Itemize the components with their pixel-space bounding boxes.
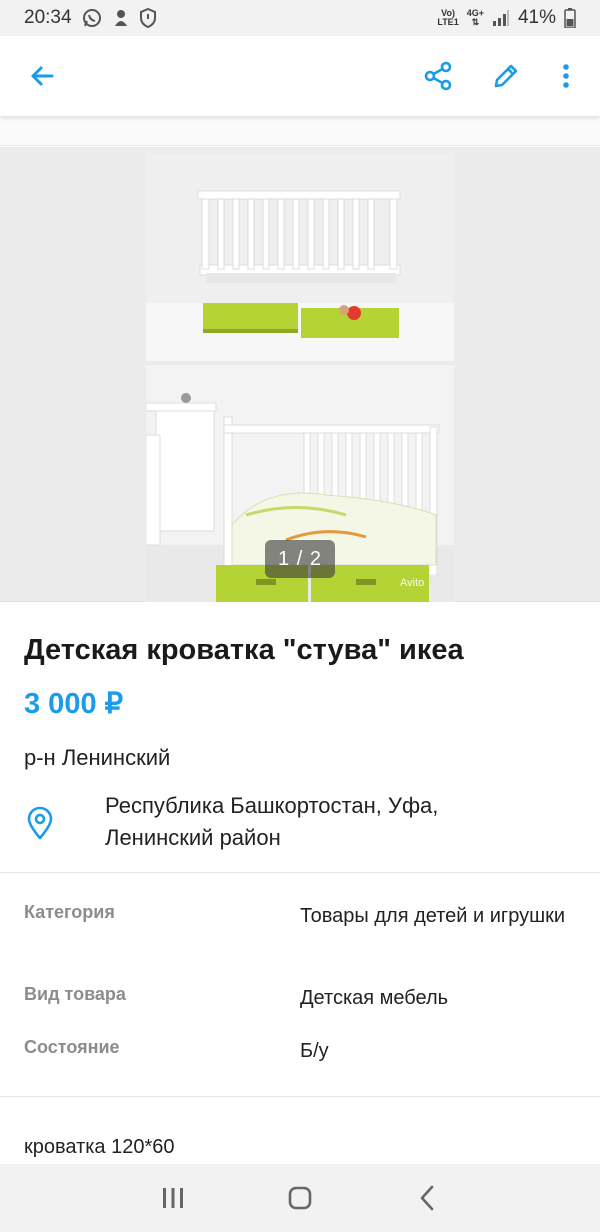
status-time: 20:34 [24, 7, 72, 28]
app-bar [0, 36, 600, 116]
recent-apps-icon [163, 1188, 184, 1208]
network-indicator: 4G+ ⇅ [467, 9, 484, 27]
more-vertical-icon [563, 64, 569, 88]
system-nav-bar [0, 1164, 600, 1232]
chevron-left-icon [420, 1185, 433, 1211]
signal-strength-icon [492, 10, 510, 26]
edit-button[interactable] [484, 54, 528, 98]
battery-icon [564, 8, 576, 28]
pencil-icon [494, 64, 518, 88]
param-value: Товары для детей и игрушки [300, 905, 566, 927]
home-button[interactable] [275, 1173, 325, 1223]
status-bar: 20:34 Vo) LTE1 4G+ ⇅ 41% [0, 0, 600, 36]
battery-percent: 41% [517, 7, 556, 28]
more-button[interactable] [552, 54, 580, 98]
location-pin-icon [26, 806, 54, 845]
divider [0, 1096, 600, 1097]
share-button[interactable] [416, 54, 460, 98]
avito-watermark: Avito [400, 577, 425, 589]
listing-district: р-н Ленинский [24, 745, 171, 770]
address-line-2: Ленинский район [105, 825, 281, 850]
listing-title: Детская кроватка "стува" икеа [24, 634, 464, 666]
home-icon [288, 1186, 312, 1210]
data-arrows-icon: ⇅ [471, 17, 480, 27]
listing-photo-1[interactable] [146, 153, 454, 361]
header-spacer [0, 116, 600, 146]
notification-icon [112, 8, 130, 28]
share-icon [424, 61, 452, 91]
param-value: Детская мебель [300, 987, 449, 1009]
param-label: Категория [24, 902, 115, 922]
param-label: Вид товара [24, 984, 126, 1004]
param-value: Б/у [300, 1040, 329, 1062]
address-row[interactable]: Республика Башкортостан, Уфа, Ленинский … [0, 790, 600, 860]
photo-counter: 1 / 2 [265, 540, 335, 578]
address-line-1: Республика Башкортостан, Уфа, [105, 793, 439, 818]
arrow-left-icon [31, 66, 54, 86]
back-button[interactable] [20, 54, 64, 98]
listing-description: кроватка 120*60 [24, 1136, 175, 1158]
recent-apps-button[interactable] [148, 1173, 198, 1223]
volte-indicator: Vo) LTE1 [437, 9, 458, 27]
param-label: Состояние [24, 1037, 120, 1057]
listing-price: 3 000 ₽ [24, 688, 124, 720]
lte-label: LTE1 [437, 17, 459, 27]
whatsapp-icon [82, 8, 102, 28]
photo-gallery[interactable]: 1 / 2 Avito [0, 147, 600, 602]
address-text: Республика Башкортостан, Уфа, Ленинский … [105, 790, 575, 854]
divider [0, 872, 600, 873]
system-back-button[interactable] [402, 1173, 452, 1223]
shield-status-icon [139, 8, 156, 28]
